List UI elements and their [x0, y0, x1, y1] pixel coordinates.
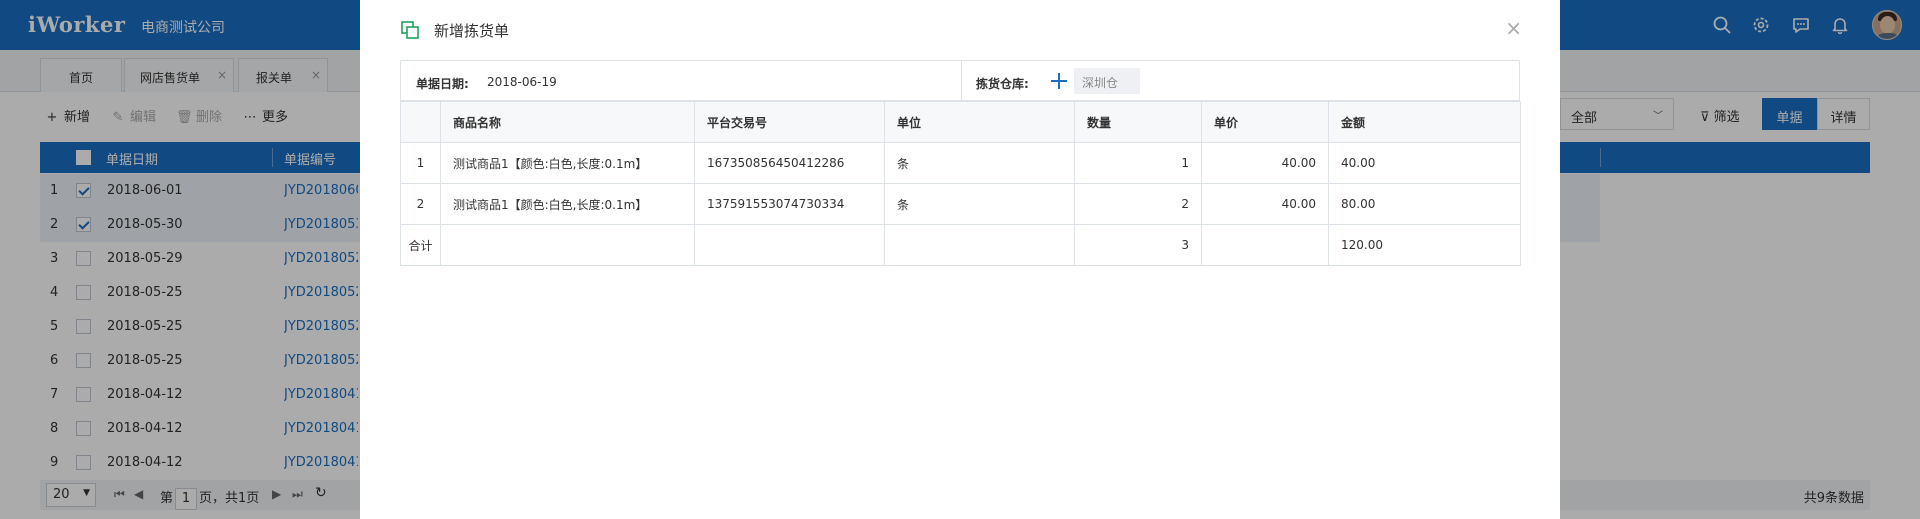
total-label: 合计 — [400, 224, 441, 266]
table-row[interactable]: 1 测试商品1【颜色:白色,长度:0.1m】 16735085645041228… — [400, 142, 1521, 184]
warehouse-field[interactable]: 深圳仓 — [1074, 68, 1140, 94]
date-field[interactable]: 2018-06-19 — [487, 75, 557, 89]
product-name-cell[interactable]: 测试商品1【颜色:白色,长度:0.1m】 — [440, 142, 695, 184]
amount-cell: 40.00 — [1328, 142, 1521, 184]
col-index-header — [400, 101, 441, 143]
items-table: 商品名称 平台交易号 单位 数量 单价 金额 1 测试商品1【颜色:白色,长度:… — [400, 101, 1521, 266]
table-row[interactable]: 2 测试商品1【颜色:白色,长度:0.1m】 13759155307473033… — [400, 183, 1521, 225]
copy-doc-icon — [401, 21, 419, 39]
qty-cell[interactable]: 1 — [1074, 142, 1202, 184]
warehouse-label: 拣货仓库: — [976, 77, 1029, 91]
amount-cell: 80.00 — [1328, 183, 1521, 225]
dialog-title: 新增拣货单 — [434, 22, 510, 40]
col-price-header: 单价 — [1201, 101, 1329, 143]
add-warehouse-icon[interactable] — [1050, 72, 1068, 90]
trade-no-cell[interactable]: 137591553074730334 — [694, 183, 885, 225]
price-cell[interactable]: 40.00 — [1201, 142, 1329, 184]
unit-cell[interactable]: 条 — [884, 142, 1075, 184]
col-product-name-header: 商品名称 — [440, 101, 695, 143]
header-form: 单据日期: 2018-06-19 拣货仓库: 深圳仓 — [400, 60, 1520, 101]
total-row: 合计 3 120.00 — [400, 224, 1521, 266]
new-picking-dialog: 新增拣货单 × 单据日期: 2018-06-19 拣货仓库: 深圳仓 商品名称 … — [360, 0, 1560, 519]
col-amount-header: 金额 — [1328, 101, 1521, 143]
close-icon[interactable]: × — [1505, 18, 1522, 38]
table-header-row: 商品名称 平台交易号 单位 数量 单价 金额 — [400, 101, 1521, 143]
col-unit-header: 单位 — [884, 101, 1075, 143]
col-qty-header: 数量 — [1074, 101, 1202, 143]
col-trade-no-header: 平台交易号 — [694, 101, 885, 143]
trade-no-cell[interactable]: 167350856450412286 — [694, 142, 885, 184]
product-name-cell[interactable]: 测试商品1【颜色:白色,长度:0.1m】 — [440, 183, 695, 225]
total-amount: 120.00 — [1328, 224, 1521, 266]
unit-cell[interactable]: 条 — [884, 183, 1075, 225]
total-qty: 3 — [1074, 224, 1202, 266]
price-cell[interactable]: 40.00 — [1201, 183, 1329, 225]
date-label: 单据日期: — [416, 77, 469, 91]
qty-cell[interactable]: 2 — [1074, 183, 1202, 225]
